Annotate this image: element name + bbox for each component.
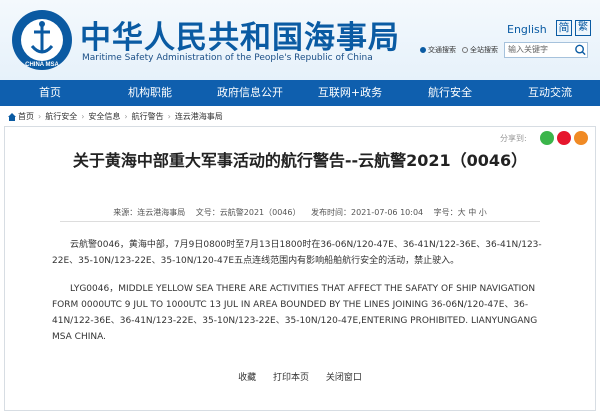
article-source: 来源：连云港海事局 (113, 208, 186, 217)
breadcrumb-sep: › (167, 112, 171, 121)
site-subtitle: Maritime Safety Administration of the Pe… (82, 53, 373, 63)
home-icon (8, 112, 16, 121)
breadcrumb-lyg-msa[interactable]: 连云港海事局 (175, 111, 223, 122)
nav-org[interactable]: 机构职能 (100, 80, 200, 106)
traditional-chinese-link[interactable]: 繁 (575, 20, 591, 36)
site-title[interactable]: 中华人民共和国海事局 (80, 12, 400, 57)
nav-gov-info[interactable]: 政府信息公开 (200, 80, 300, 106)
radio-site-label: 交通搜索 (428, 46, 456, 54)
article-paragraph-en: LYG0046，MIDDLE YELLOW SEA THERE ARE ACTI… (52, 284, 538, 342)
nav-interaction[interactable]: 互动交流 (500, 80, 600, 106)
nav-home[interactable]: 首页 (0, 80, 100, 106)
radio-all-search[interactable]: 全站搜索 (462, 45, 498, 55)
simplified-chinese-link[interactable]: 简 (556, 20, 572, 36)
article-title: 关于黄海中部重大军事活动的航行警告--云航警2021（0046） (72, 151, 528, 170)
msa-logo-icon[interactable]: CHINA MSA (10, 8, 74, 72)
font-size-control[interactable]: 字号：大 中 小 (434, 208, 487, 217)
favorite-button[interactable]: 收藏 (238, 373, 256, 383)
breadcrumb-sep: › (81, 112, 85, 121)
site-header: CHINA MSA 中华人民共和国海事局 Maritime Safety Adm… (0, 0, 600, 80)
radio-site-search[interactable]: 交通搜索 (420, 45, 456, 55)
article-paragraph-cn: 云航警0046，黄海中部，7月9日0800时至7月13日1800时在36-06N… (52, 240, 542, 266)
search-icon[interactable] (574, 43, 587, 57)
breadcrumb-sep: › (124, 112, 128, 121)
breadcrumb-sep: › (38, 112, 42, 121)
radio-on-icon (420, 47, 426, 53)
breadcrumb-nav-safety[interactable]: 航行安全 (45, 111, 77, 122)
share-label: 分享到: (500, 134, 527, 143)
qzone-share-icon[interactable] (574, 131, 588, 145)
article-doc-number: 文号：云航警2021（0046） (195, 208, 301, 217)
print-button[interactable]: 打印本页 (273, 373, 309, 383)
weibo-share-icon[interactable] (557, 131, 571, 145)
article-actions: 收藏 打印本页 关闭窗口 (0, 370, 600, 383)
close-window-button[interactable]: 关闭窗口 (326, 373, 362, 383)
divider (60, 221, 540, 222)
nav-internet-gov[interactable]: 互联网+政务 (300, 80, 400, 106)
english-link[interactable]: English (507, 23, 547, 36)
wechat-share-icon[interactable] (540, 131, 554, 145)
radio-off-icon (462, 47, 468, 53)
article-date: 发布时间：2021-07-06 10:04 (311, 208, 424, 217)
breadcrumb: 首页 › 航行安全 › 安全信息 › 航行警告 › 连云港海事局 (8, 110, 592, 123)
nav-navigation-safety[interactable]: 航行安全 (400, 80, 500, 106)
breadcrumb-safety-info[interactable]: 安全信息 (88, 111, 120, 122)
breadcrumb-nav-warning[interactable]: 航行警告 (132, 111, 164, 122)
logo-text: CHINA MSA (25, 62, 59, 68)
breadcrumb-home[interactable]: 首页 (18, 111, 34, 122)
main-nav: 首页 机构职能 政府信息公开 互联网+政务 航行安全 互动交流 (0, 80, 600, 106)
radio-all-label: 全站搜索 (470, 46, 498, 54)
article-meta: 来源：连云港海事局 文号：云航警2021（0046） 发布时间：2021-07-… (30, 207, 570, 218)
